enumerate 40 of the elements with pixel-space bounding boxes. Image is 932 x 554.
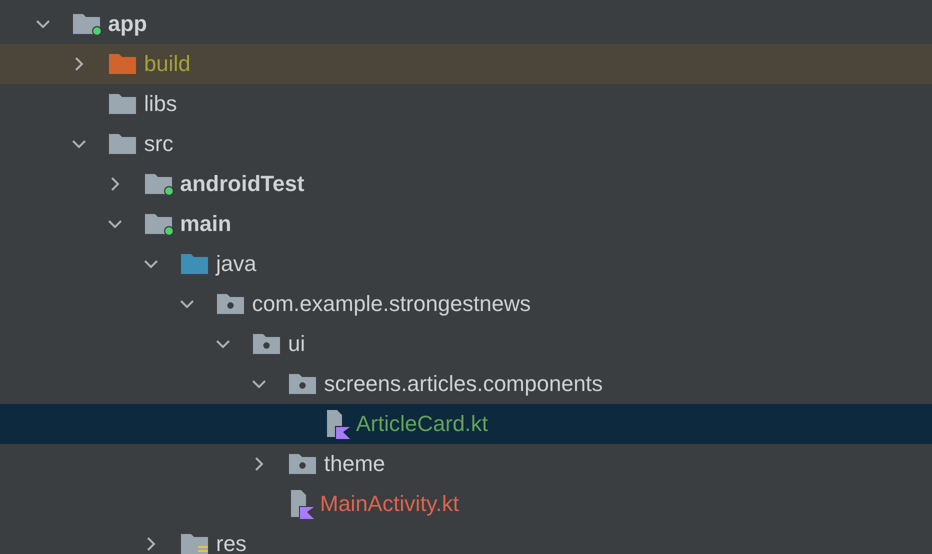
- node-label: ArticleCard.kt: [356, 413, 488, 435]
- node-label: androidTest: [180, 173, 304, 195]
- tree-row[interactable]: ui: [0, 324, 932, 364]
- node-label: build: [144, 53, 190, 75]
- tree-row[interactable]: ArticleCard.kt: [0, 404, 932, 444]
- tree-row[interactable]: androidTest: [0, 164, 932, 204]
- package-folder-icon: [216, 292, 246, 316]
- tree-row[interactable]: res: [0, 524, 932, 554]
- node-label: res: [216, 533, 247, 554]
- source-folder-icon: [180, 252, 210, 276]
- tree-row[interactable]: libs: [0, 84, 932, 124]
- tree-row[interactable]: src: [0, 124, 932, 164]
- resources-folder-icon: [180, 532, 210, 554]
- folder-icon: [108, 132, 138, 156]
- kotlin-file-icon: [288, 489, 314, 519]
- folder-icon: [108, 52, 138, 76]
- tree-row[interactable]: screens.articles.components: [0, 364, 932, 404]
- node-label: java: [216, 253, 256, 275]
- package-folder-icon: [252, 332, 282, 356]
- tree-row[interactable]: theme: [0, 444, 932, 484]
- node-label: theme: [324, 453, 386, 475]
- module-folder-icon: [144, 212, 174, 236]
- folder-icon: [108, 92, 138, 116]
- package-folder-icon: [288, 452, 318, 476]
- tree-row[interactable]: java: [0, 244, 932, 284]
- node-label: ui: [288, 333, 306, 355]
- node-label: libs: [144, 93, 178, 115]
- node-label: screens.articles.components: [324, 373, 603, 395]
- tree-row[interactable]: main: [0, 204, 932, 244]
- node-label: src: [144, 133, 174, 155]
- node-label: MainActivity.kt: [320, 493, 459, 515]
- module-folder-icon: [144, 172, 174, 196]
- kotlin-file-icon: [324, 409, 350, 439]
- node-label: app: [108, 13, 148, 35]
- node-label: main: [180, 213, 232, 235]
- tree-row[interactable]: com.example.strongestnews: [0, 284, 932, 324]
- node-label: com.example.strongestnews: [252, 293, 531, 315]
- package-folder-icon: [288, 372, 318, 396]
- tree-row[interactable]: app: [0, 4, 932, 44]
- module-folder-icon: [72, 12, 102, 36]
